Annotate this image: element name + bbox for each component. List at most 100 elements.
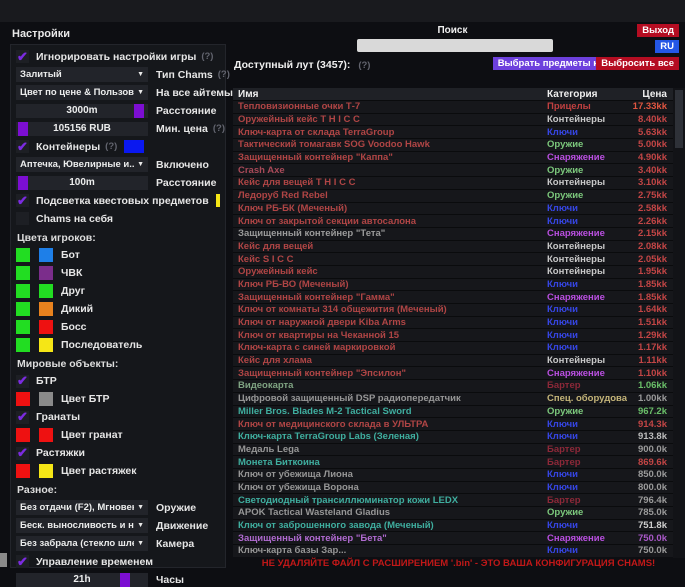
table-row[interactable]: Светодиодный трансиллюминатор кожи LEDXБ…: [233, 494, 673, 507]
table-row[interactable]: Тактический томагавк SOG Voodoo HawkОруж…: [233, 139, 673, 152]
slider-handle[interactable]: [120, 573, 130, 587]
table-scrollbar[interactable]: [673, 88, 685, 558]
slider-handle[interactable]: [18, 122, 28, 136]
table-row[interactable]: APOK Tactical Wasteland GladiusОружие785…: [233, 507, 673, 520]
item-category: Контейнеры: [547, 355, 627, 366]
player-color-row: Дикий: [16, 302, 220, 316]
containers-distance-slider[interactable]: 100m: [16, 176, 148, 190]
distance-slider[interactable]: 3000m: [16, 104, 148, 118]
chams-type-dropdown[interactable]: Залитый ▼: [16, 67, 148, 82]
table-row[interactable]: Медаль LegaБартер900.0k: [233, 444, 673, 457]
column-header-price[interactable]: Цена: [627, 89, 673, 100]
table-row[interactable]: Miller Bros. Blades M-2 Tactical SwordОр…: [233, 406, 673, 419]
config-warning-text: НЕ УДАЛЯЙТЕ ФАЙЛ С РАСШИРЕНИЕМ '.bin' - …: [232, 558, 685, 569]
table-row[interactable]: Оружейный кейс T H I C CКонтейнеры8.40kk: [233, 114, 673, 127]
player-type-label: Друг: [61, 285, 85, 297]
table-row[interactable]: Кейс для вещейКонтейнеры2.08kk: [233, 241, 673, 254]
table-row[interactable]: Ключ от наружной двери Kiba ArmsКлючи1.5…: [233, 317, 673, 330]
world-object-color-swatch[interactable]: [16, 428, 30, 442]
search-input[interactable]: [357, 39, 553, 52]
table-row[interactable]: Ключ РБ-ВО (Меченый)Ключи1.85kk: [233, 279, 673, 292]
player-type-color-swatch[interactable]: [39, 266, 53, 280]
table-row[interactable]: Ключ от квартиры на Чеканной 15Ключи1.29…: [233, 329, 673, 342]
table-row[interactable]: Crash AxeОружие3.40kk: [233, 164, 673, 177]
help-hint[interactable]: (?): [105, 141, 117, 152]
table-row[interactable]: Монета БиткоинаБартер869.6k: [233, 456, 673, 469]
all-items-dropdown[interactable]: Цвет по цене & Пользователь ▼: [16, 85, 148, 100]
quest-highlight-color-swatch[interactable]: [216, 194, 220, 207]
dropdown-value: Без забрала (стекло шлема): [20, 538, 134, 549]
world-object-checkbox[interactable]: ✔: [16, 447, 29, 460]
exit-button[interactable]: Выход: [637, 24, 679, 37]
player-type-color-swatch[interactable]: [39, 338, 53, 352]
table-row[interactable]: Ключ-карта с синей маркировкойКлючи1.17k…: [233, 342, 673, 355]
table-row[interactable]: Защищенный контейнер "Эпсилон"Снаряжение…: [233, 367, 673, 380]
table-row[interactable]: Защищенный контейнер "Гамма"Снаряжение1.…: [233, 291, 673, 304]
player-visible-color-swatch[interactable]: [16, 338, 30, 352]
table-row[interactable]: Кейс для вещей T H I C CКонтейнеры3.10kk: [233, 177, 673, 190]
player-visible-color-swatch[interactable]: [16, 302, 30, 316]
table-row[interactable]: Ледоруб Red RebelОружие2.75kk: [233, 190, 673, 203]
quest-highlight-checkbox[interactable]: ✔: [16, 194, 29, 207]
table-row[interactable]: Оружейный кейсКонтейнеры1.95kk: [233, 266, 673, 279]
language-button[interactable]: RU: [655, 40, 679, 53]
table-row[interactable]: Ключ-карта базы Зар...Ключи750.0k: [233, 545, 673, 557]
table-row[interactable]: Защищенный контейнер "Тета"Снаряжение2.1…: [233, 228, 673, 241]
help-hint[interactable]: (?): [218, 69, 230, 80]
scrollbar-thumb[interactable]: [675, 90, 683, 148]
hours-slider[interactable]: 21h: [16, 573, 148, 587]
table-row[interactable]: Ключ от убежища ЛионаКлючи850.0k: [233, 469, 673, 482]
containers-color-swatch[interactable]: [124, 140, 144, 153]
camera-dropdown[interactable]: Без забрала (стекло шлема) ▼: [16, 536, 148, 551]
item-price: 5.00kk: [627, 139, 673, 150]
player-visible-color-swatch[interactable]: [16, 266, 30, 280]
world-object-checkbox[interactable]: ✔: [16, 411, 29, 424]
min-price-slider[interactable]: 105156 RUB: [16, 122, 148, 136]
world-object-color-swatch[interactable]: [16, 464, 30, 478]
column-header-category[interactable]: Категория: [547, 89, 627, 100]
help-hint[interactable]: (?): [201, 51, 213, 62]
world-object-color-swatch[interactable]: [16, 392, 30, 406]
slider-handle[interactable]: [134, 104, 144, 118]
table-row[interactable]: Ключ от убежища ВоронаКлючи800.0k: [233, 482, 673, 495]
world-object-color-swatch[interactable]: [39, 464, 53, 478]
weapon-dropdown[interactable]: Без отдачи (F2), Мгновенное п ▼: [16, 500, 148, 515]
player-visible-color-swatch[interactable]: [16, 284, 30, 298]
movement-dropdown[interactable]: Беск. выносливость и нет уста ▼: [16, 518, 148, 533]
help-hint[interactable]: (?): [358, 60, 370, 71]
player-type-color-swatch[interactable]: [39, 284, 53, 298]
player-visible-color-swatch[interactable]: [16, 320, 30, 334]
world-object-color-swatch[interactable]: [39, 392, 53, 406]
drop-all-button[interactable]: Выбросить все: [596, 57, 679, 70]
containers-checkbox[interactable]: ✔: [16, 140, 29, 153]
time-control-checkbox[interactable]: ✔: [16, 555, 29, 568]
world-object-checkbox[interactable]: ✔: [16, 375, 29, 388]
containers-filter-dropdown[interactable]: Аптечка, Ювелирные и... ▼: [16, 157, 148, 172]
player-type-color-swatch[interactable]: [39, 248, 53, 262]
table-row[interactable]: Ключ-карта от склада TerraGroupКлючи5.63…: [233, 126, 673, 139]
window-titlebar[interactable]: [0, 0, 685, 22]
player-type-color-swatch[interactable]: [39, 302, 53, 316]
table-row[interactable]: Ключ от заброшенного завода (Меченый)Клю…: [233, 520, 673, 533]
table-row[interactable]: Ключ-карта TerraGroup Labs (Зеленая)Ключ…: [233, 431, 673, 444]
player-visible-color-swatch[interactable]: [16, 248, 30, 262]
player-type-color-swatch[interactable]: [39, 320, 53, 334]
table-row[interactable]: Защищенный контейнер "Бета"Снаряжение750…: [233, 532, 673, 545]
table-row[interactable]: Ключ РБ-БК (Меченый)Ключи2.58kk: [233, 203, 673, 216]
world-object-color-swatch[interactable]: [39, 428, 53, 442]
ignore-game-settings-checkbox[interactable]: ✔: [16, 50, 29, 63]
help-hint[interactable]: (?): [213, 123, 225, 134]
table-row[interactable]: ВидеокартаБартер1.06kk: [233, 380, 673, 393]
column-header-name[interactable]: Имя: [233, 89, 547, 100]
edge-handle[interactable]: [0, 553, 7, 567]
table-row[interactable]: Защищенный контейнер "Каппа"Снаряжение4.…: [233, 152, 673, 165]
table-row[interactable]: Ключ от комнаты 314 общежития (Меченый)К…: [233, 304, 673, 317]
chams-self-checkbox[interactable]: ✔: [16, 212, 29, 225]
table-row[interactable]: Кейс S I C CКонтейнеры2.05kk: [233, 253, 673, 266]
table-row[interactable]: Ключ от медицинского склада в УЛЬТРАКлюч…: [233, 418, 673, 431]
table-row[interactable]: Цифровой защищенный DSP радиопередатчикС…: [233, 393, 673, 406]
table-row[interactable]: Ключ от закрытой секции автосалонаКлючи2…: [233, 215, 673, 228]
table-row[interactable]: Тепловизионные очки Т-7Прицелы17.33kk: [233, 101, 673, 114]
table-row[interactable]: Кейс для хламаКонтейнеры1.11kk: [233, 355, 673, 368]
slider-handle[interactable]: [18, 176, 28, 190]
